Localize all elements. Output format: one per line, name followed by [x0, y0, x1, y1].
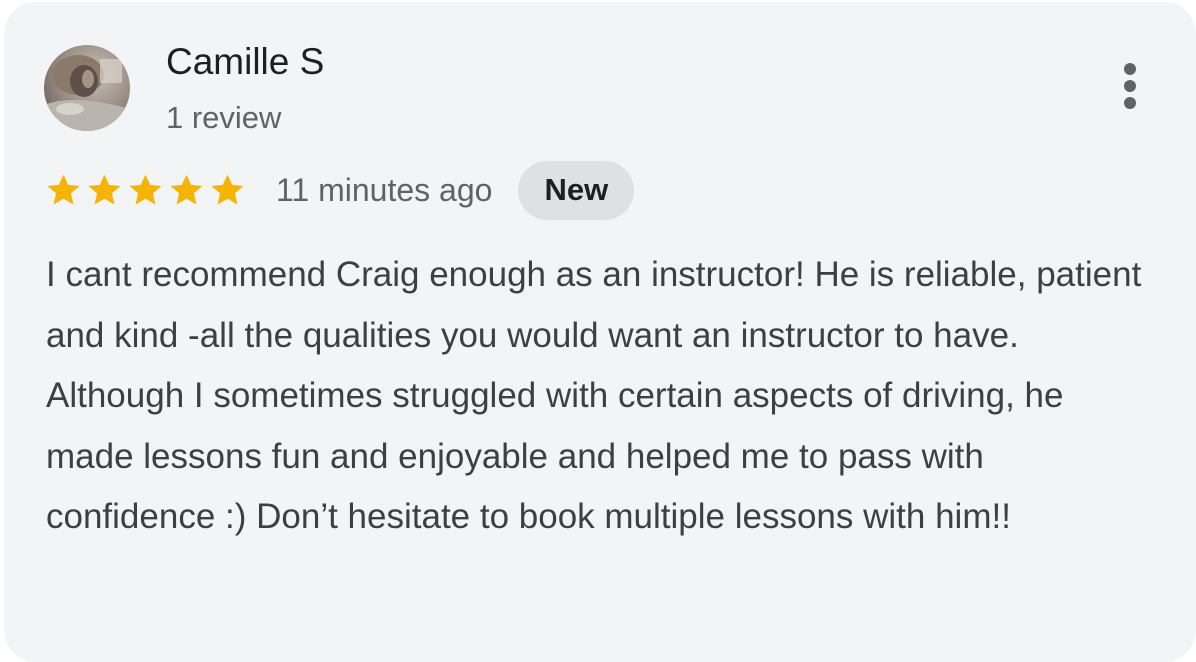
star-icon [211, 174, 244, 204]
review-card: Camille S 1 review 11 minutes ago New I … [4, 2, 1196, 662]
star-rating [44, 171, 247, 210]
avatar-photo [44, 45, 130, 131]
more-vert-icon [1124, 63, 1136, 109]
more-options-button[interactable] [1108, 54, 1152, 118]
review-count: 1 review [166, 100, 282, 135]
star-icon [88, 174, 121, 204]
star-icon [170, 174, 203, 204]
star-icon [129, 174, 162, 204]
rating-row: 11 minutes ago New [44, 160, 635, 220]
star-icon [47, 174, 80, 204]
review-timestamp: 11 minutes ago [276, 171, 493, 208]
avatar[interactable] [44, 45, 130, 131]
reviewer-name[interactable]: Camille S [166, 40, 324, 84]
new-badge: New [518, 160, 635, 220]
review-text: I cant recommend Craig enough as an inst… [46, 255, 1142, 536]
